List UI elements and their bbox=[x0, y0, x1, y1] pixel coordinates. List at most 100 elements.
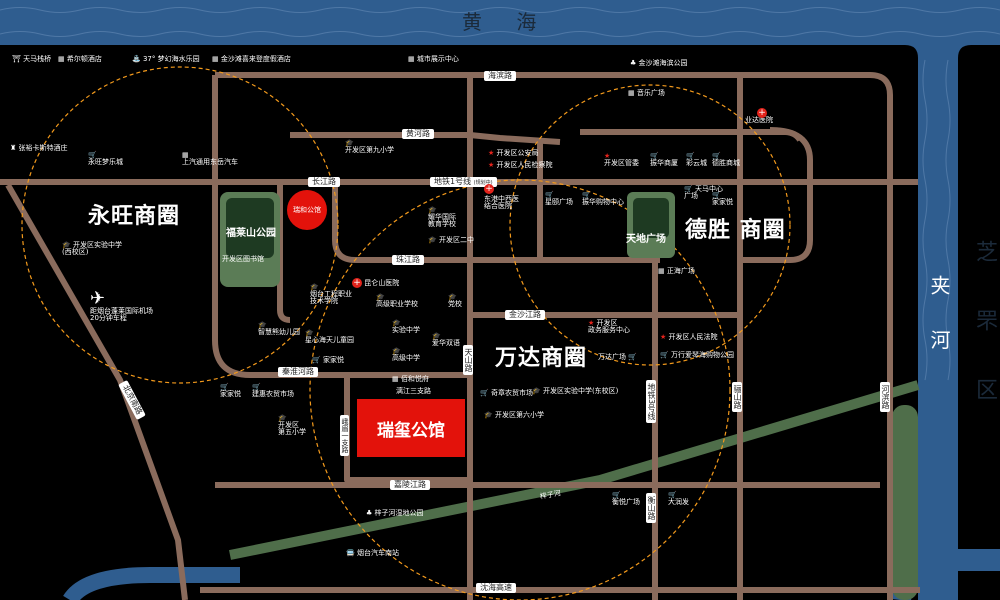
poi-label: 高级职业学校 bbox=[376, 300, 418, 308]
road-label-huanghe: 黄河路 bbox=[402, 129, 434, 139]
road-label-zhujiang: 珠江路 bbox=[392, 255, 424, 265]
poi-label: 家家悦 bbox=[712, 198, 733, 206]
poi-qizhang: 🛒 奇章农贸市场 bbox=[480, 389, 533, 397]
poi-label: 上汽通用东岳汽车 bbox=[182, 158, 238, 166]
poi-label: 开发区第六小学 bbox=[494, 411, 544, 419]
poi-label: 万行爱琴海购物公园 bbox=[670, 351, 734, 359]
poi-label: 开发区二中 bbox=[438, 236, 474, 244]
road-label-shenhai: 沈海高速 bbox=[476, 583, 516, 593]
poi-label: 梓子河湿地公园 bbox=[374, 509, 424, 517]
poi-zhenhua: 🛒 振华商厦 bbox=[650, 152, 678, 167]
poi-fayuan: ★ 开发区人民法院 bbox=[660, 333, 718, 341]
poi-aihua: 🎓 爱华双语 bbox=[432, 332, 460, 347]
landmark-ruihe: 瑞和公馆 bbox=[287, 190, 327, 230]
poi-yinyue: ▦ 音乐广场 bbox=[628, 89, 665, 97]
poi-label: 烟台工程职业 技术学院 bbox=[310, 290, 352, 305]
poi-jianchayuan: ★ 开发区人民检察院 bbox=[488, 161, 553, 169]
poi-label: 昆仑山医院 bbox=[364, 279, 400, 287]
poi-kunlun: + 昆仑山医院 bbox=[352, 278, 400, 288]
poi-label: 张裕卡斯特酒庄 bbox=[18, 144, 68, 152]
road-label-jinsha: 金沙江路 bbox=[505, 310, 545, 320]
poi-label: 党校 bbox=[448, 300, 462, 308]
poi-label: 振华购物中心 bbox=[582, 198, 624, 206]
poi-yantai-gongcheng: 🎓 烟台工程职业 技术学院 bbox=[310, 283, 352, 305]
poi-label: 智慧熊幼儿园 bbox=[258, 328, 300, 336]
poi-label: 德胜商城 bbox=[712, 159, 740, 167]
poi-label: 开发区实验中学 (西校区) bbox=[62, 241, 122, 256]
park-fulaishan-label: 福莱山公园 bbox=[226, 228, 276, 239]
road-label-jialing: 嘉陵江路 bbox=[390, 480, 430, 490]
poi-airport: ✈ 距烟台蓬莱国际机场 20分钟车程 bbox=[90, 288, 153, 322]
poi-yongwang-mart: 🛒 永旺梦乐城 bbox=[88, 151, 123, 166]
poi-yaohua: 🎓 耀华国际 教育学校 bbox=[428, 206, 456, 228]
poi-saic: ▦ 上汽通用东岳汽车 bbox=[182, 151, 238, 166]
river-park bbox=[892, 405, 918, 600]
poi-zhangyu: ♜ 张裕卡斯特酒庄 bbox=[10, 144, 68, 152]
poi-darunfa: 🛒 大润发 bbox=[668, 491, 689, 506]
poi-zhengwu: ★ 开发区 政务服务中心 bbox=[588, 319, 630, 334]
poi-label: 37° 梦幻海水乐园 bbox=[142, 55, 200, 63]
poi-label: 金沙滩海滨公园 bbox=[638, 59, 688, 67]
park-tiandi-label: 天地广场 bbox=[626, 234, 666, 245]
poi-label: 实验中学 bbox=[392, 326, 420, 334]
poi-gaoji: 🎓 高级职业学校 bbox=[376, 293, 418, 308]
poi-label: 星颐广场 bbox=[545, 198, 573, 206]
poi-danxiao: 🎓 党校 bbox=[448, 293, 462, 308]
poi-jiajiayue3: 🛒 家家悦 bbox=[220, 383, 241, 398]
project-name: 瑞玺公馆 bbox=[377, 420, 445, 441]
poi-label: 爱华双语 bbox=[432, 339, 460, 347]
poi-label: 家家悦 bbox=[220, 390, 241, 398]
poi-label: 金沙滩喜来登度假酒店 bbox=[220, 55, 291, 63]
poi-jiajiayue: 🛒 家家悦 bbox=[712, 191, 733, 206]
poi-caiyun: 🛒 彩云城 bbox=[686, 152, 707, 167]
road-label-hengshan: 衡山路 bbox=[646, 493, 656, 523]
road-text: 地铁1号线 bbox=[434, 177, 472, 186]
district-yongwang: 永旺商圈 bbox=[88, 204, 181, 229]
poi-zhenhua-gouwu: 🛒 振华购物中心 bbox=[582, 191, 624, 206]
poi-label: 星心海天儿童园 bbox=[305, 336, 354, 344]
poi-label: 正海广场 bbox=[666, 267, 695, 275]
poi-label: 开发区人民检察院 bbox=[496, 161, 553, 169]
poi-library: 开发区图书馆 bbox=[222, 255, 264, 263]
poi-label: 建惠农贸市场 bbox=[252, 390, 294, 398]
label-zhifu-district: 芝 罘 区 bbox=[972, 240, 997, 420]
poi-gaoxin: 🎓 高级中学 bbox=[392, 347, 420, 362]
poi-desheng-mall: 🛒 德胜商城 bbox=[712, 152, 740, 167]
poi-xingyue: 🛒 星颐广场 bbox=[545, 191, 573, 206]
project-marker[interactable]: 瑞玺公馆 bbox=[357, 399, 465, 457]
poi-jiajiayue2: 🛒 家家悦 bbox=[312, 356, 344, 364]
poi-sheraton: ▦ 金沙滩喜来登度假酒店 bbox=[212, 55, 291, 63]
poi-label: 佰和悦府 bbox=[400, 375, 429, 383]
poi-label: 开发区人民法院 bbox=[668, 333, 718, 341]
road-label-tianshan: 天山路 bbox=[463, 345, 473, 375]
poi-station: 🚍 烟台汽车南站 bbox=[346, 549, 399, 557]
poi-label: 奇章农贸市场 bbox=[490, 389, 533, 397]
poi-wanxing: 🛒 万行爱琴海购物公园 bbox=[660, 351, 734, 359]
poi-label: 音乐广场 bbox=[636, 89, 665, 97]
poi-label: 希尔顿酒店 bbox=[66, 55, 102, 63]
district-wanda: 万达商圈 bbox=[495, 346, 588, 371]
label-huanghai: 黄 海 bbox=[462, 10, 551, 34]
poi-label: 天马栈桥 bbox=[23, 55, 52, 63]
poi-xinhe: ▦ 佰和悦府 bbox=[392, 375, 429, 383]
poi-label: 东港中西医 结合医院 bbox=[484, 195, 519, 210]
poi-erzhong: 🎓 开发区二中 bbox=[428, 236, 474, 244]
label-jiahe-river: 夹 河 bbox=[927, 275, 951, 364]
poi-shiyan-east: 🎓 开发区实验中学(东校区) bbox=[532, 387, 619, 395]
landmark-label: 瑞和公馆 bbox=[293, 206, 321, 214]
poi-jinsha-park: ♣ 金沙滩海滨公园 bbox=[630, 59, 688, 67]
poi-dongfang: + 东港中西医 结合医院 bbox=[484, 184, 519, 210]
poi-label: 开发区 第五小学 bbox=[278, 421, 306, 436]
road-label-changjiang: 长江路 bbox=[308, 177, 340, 187]
poi-label: 开发区第九小学 bbox=[345, 146, 394, 154]
poi-label: 大润发 bbox=[668, 498, 689, 506]
poi-label: 万达广场 bbox=[598, 353, 626, 361]
poi-label: 距烟台蓬莱国际机场 20分钟车程 bbox=[90, 307, 153, 322]
poi-xiaoxue6: 🎓 开发区第六小学 bbox=[484, 411, 544, 419]
poi-label: 衡悦广场 bbox=[612, 498, 640, 506]
poi-label: 开发区管委 bbox=[604, 159, 639, 167]
poi-gongan: ★ 开发区公安局 bbox=[488, 149, 539, 157]
district-desheng: 德胜 商圈 bbox=[685, 218, 786, 243]
road-label-qinhuai: 秦淮河路 bbox=[278, 367, 318, 377]
poi-xiaoxue5: 🎓 开发区 第五小学 bbox=[278, 414, 306, 436]
